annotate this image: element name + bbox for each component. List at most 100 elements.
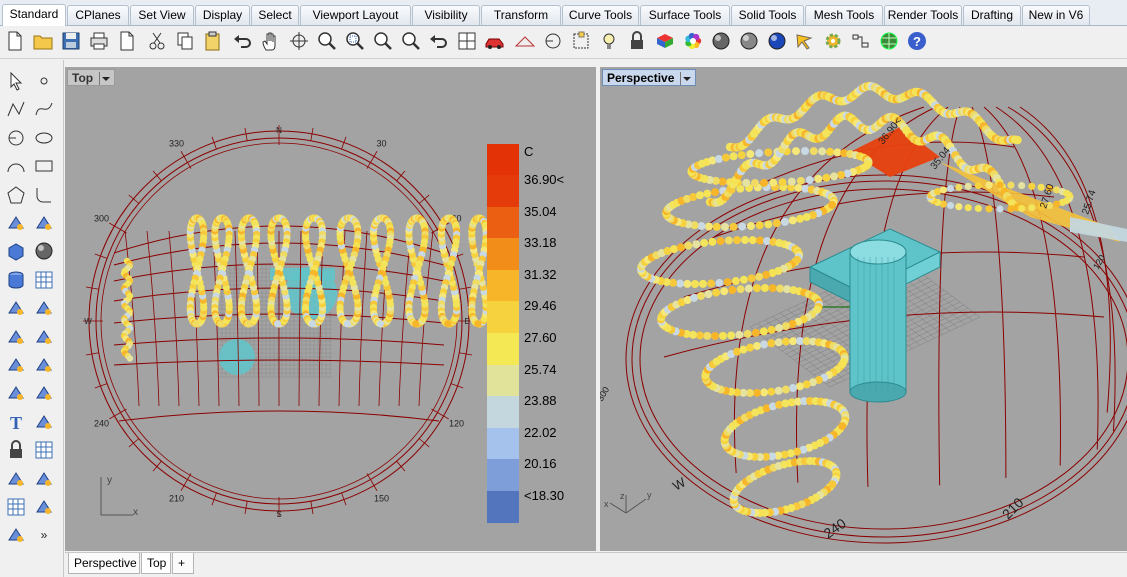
zoom-extents-icon[interactable] bbox=[370, 28, 396, 54]
rendered-sphere-icon[interactable] bbox=[736, 28, 762, 54]
ribbon-tab-display[interactable]: Display bbox=[195, 5, 250, 25]
polygon-icon[interactable] bbox=[3, 182, 29, 208]
color-wheel-icon[interactable] bbox=[680, 28, 706, 54]
cut-icon[interactable] bbox=[144, 28, 170, 54]
rectangle-icon[interactable] bbox=[31, 153, 57, 179]
point-icon[interactable] bbox=[31, 68, 57, 94]
fillet-icon[interactable] bbox=[31, 182, 57, 208]
join-icon[interactable] bbox=[3, 380, 29, 406]
save-icon[interactable] bbox=[58, 28, 84, 54]
ribbon-tab-drafting[interactable]: Drafting bbox=[963, 5, 1021, 25]
four-viewports-icon[interactable] bbox=[454, 28, 480, 54]
extrude-icon[interactable] bbox=[31, 295, 57, 321]
ribbon-tab-cplanes[interactable]: CPlanes bbox=[67, 5, 129, 25]
edit-point-icon[interactable] bbox=[31, 352, 57, 378]
ribbon-tab-surface-tools[interactable]: Surface Tools bbox=[640, 5, 730, 25]
viewport-tab-top[interactable]: Top bbox=[141, 553, 171, 574]
legend-unit: C bbox=[524, 144, 534, 159]
viewport-menu-arrow-icon[interactable] bbox=[680, 72, 692, 86]
globe-icon[interactable] bbox=[876, 28, 902, 54]
ribbon-tab-render-tools[interactable]: Render Tools bbox=[884, 5, 962, 25]
offset-icon[interactable] bbox=[31, 380, 57, 406]
ribbon-tab-transform[interactable]: Transform bbox=[481, 5, 561, 25]
text-icon[interactable]: T bbox=[3, 409, 29, 435]
ribbon-tab-strip: Standard CPlanes Set View Display Select View… bbox=[0, 0, 1127, 26]
legend-swatch bbox=[487, 301, 519, 334]
print-icon[interactable] bbox=[86, 28, 112, 54]
circle-icon[interactable] bbox=[540, 28, 566, 54]
ribbon-tab-standard[interactable]: Standard bbox=[2, 4, 66, 26]
mesh-icon[interactable] bbox=[31, 267, 57, 293]
curve-icon[interactable] bbox=[31, 96, 57, 122]
zoom-selected-icon[interactable] bbox=[398, 28, 424, 54]
boolean-icon[interactable] bbox=[3, 295, 29, 321]
viewport-menu-arrow-icon[interactable] bbox=[99, 72, 111, 86]
circle-icon[interactable] bbox=[3, 125, 29, 151]
legend-label: 22.02 bbox=[524, 424, 557, 440]
import-icon[interactable] bbox=[114, 28, 140, 54]
arc-icon[interactable] bbox=[3, 153, 29, 179]
help-icon[interactable]: ? bbox=[904, 28, 930, 54]
rotate-view-icon[interactable] bbox=[286, 28, 312, 54]
gear-icon[interactable] bbox=[820, 28, 846, 54]
ribbon-tab-set-view[interactable]: Set View bbox=[130, 5, 194, 25]
ribbon-tab-curve-tools[interactable]: Curve Tools bbox=[562, 5, 639, 25]
paste-icon[interactable] bbox=[200, 28, 226, 54]
ribbon-tab-solid-tools[interactable]: Solid Tools bbox=[731, 5, 804, 25]
viewport-title-top[interactable]: Top bbox=[67, 69, 116, 86]
plane-icon[interactable] bbox=[512, 28, 538, 54]
viewport-title-perspective[interactable]: Perspective bbox=[602, 69, 697, 86]
free-form-icon[interactable] bbox=[3, 210, 29, 236]
dimension-icon[interactable] bbox=[31, 409, 57, 435]
open-folder-icon[interactable] bbox=[30, 28, 56, 54]
split-icon[interactable] bbox=[31, 324, 57, 350]
zoom-window-icon[interactable] bbox=[342, 28, 368, 54]
shaded-sphere-icon[interactable] bbox=[708, 28, 734, 54]
block-icon[interactable] bbox=[3, 437, 29, 463]
more-icon[interactable]: » bbox=[31, 522, 57, 548]
compass-north-label: N bbox=[276, 126, 282, 135]
options-icon[interactable] bbox=[792, 28, 818, 54]
ribbon-tab-viewport-layout[interactable]: Viewport Layout bbox=[300, 5, 411, 25]
undo-view-icon[interactable] bbox=[426, 28, 452, 54]
lock-icon[interactable] bbox=[624, 28, 650, 54]
material-icon[interactable] bbox=[652, 28, 678, 54]
ellipse-icon[interactable] bbox=[31, 125, 57, 151]
analyze-icon[interactable] bbox=[3, 466, 29, 492]
zoom-icon[interactable] bbox=[314, 28, 340, 54]
layer-icon[interactable] bbox=[568, 28, 594, 54]
copy-icon[interactable] bbox=[172, 28, 198, 54]
perspective-viewport[interactable]: 36.90< 35.04 27.60 25.74 W 240 210 120 300 z y x Pe… bbox=[600, 67, 1127, 551]
render-icon[interactable] bbox=[31, 466, 57, 492]
box-icon[interactable] bbox=[3, 238, 29, 264]
transform-icon[interactable] bbox=[3, 324, 29, 350]
cage-icon[interactable] bbox=[3, 522, 29, 548]
undo-icon[interactable] bbox=[230, 28, 256, 54]
blue-sphere-icon[interactable] bbox=[764, 28, 790, 54]
polyline-icon[interactable] bbox=[3, 96, 29, 122]
car-icon[interactable] bbox=[482, 28, 508, 54]
light-bulb-icon[interactable] bbox=[596, 28, 622, 54]
group-icon[interactable] bbox=[3, 352, 29, 378]
grid-icon[interactable] bbox=[3, 494, 29, 520]
add-viewport-tab-button[interactable]: + bbox=[172, 553, 194, 574]
cylinder-icon[interactable] bbox=[3, 267, 29, 293]
control-point-icon[interactable] bbox=[31, 494, 57, 520]
legend-label: <18.30 bbox=[524, 488, 565, 503]
grasshopper-icon[interactable] bbox=[848, 28, 874, 54]
legend-label: 35.04 bbox=[524, 203, 557, 219]
top-viewport[interactable]: 330 30 300 60 240 120 210 150 N S E Wy x Top C 36.90<… bbox=[65, 67, 596, 551]
ribbon-tab-select[interactable]: Select bbox=[251, 5, 299, 25]
surface-icon[interactable] bbox=[31, 210, 57, 236]
ribbon-tab-visibility[interactable]: Visibility bbox=[412, 5, 480, 25]
ribbon-tab-new-in-v6[interactable]: New in V6 bbox=[1022, 5, 1090, 25]
sphere-icon[interactable] bbox=[31, 238, 57, 264]
viewport-tab-perspective[interactable]: Perspective bbox=[68, 553, 140, 574]
perspective-viewport-canvas[interactable]: 36.90<35.0427.60 25.74W240210120300z yx bbox=[600, 67, 1127, 551]
perspective-compass-label: 120 bbox=[1091, 253, 1107, 271]
array-icon[interactable] bbox=[31, 437, 57, 463]
new-file-icon[interactable] bbox=[2, 28, 28, 54]
ribbon-tab-mesh-tools[interactable]: Mesh Tools bbox=[805, 5, 883, 25]
select-arrow-icon[interactable] bbox=[3, 68, 29, 94]
pan-hand-icon[interactable] bbox=[258, 28, 284, 54]
